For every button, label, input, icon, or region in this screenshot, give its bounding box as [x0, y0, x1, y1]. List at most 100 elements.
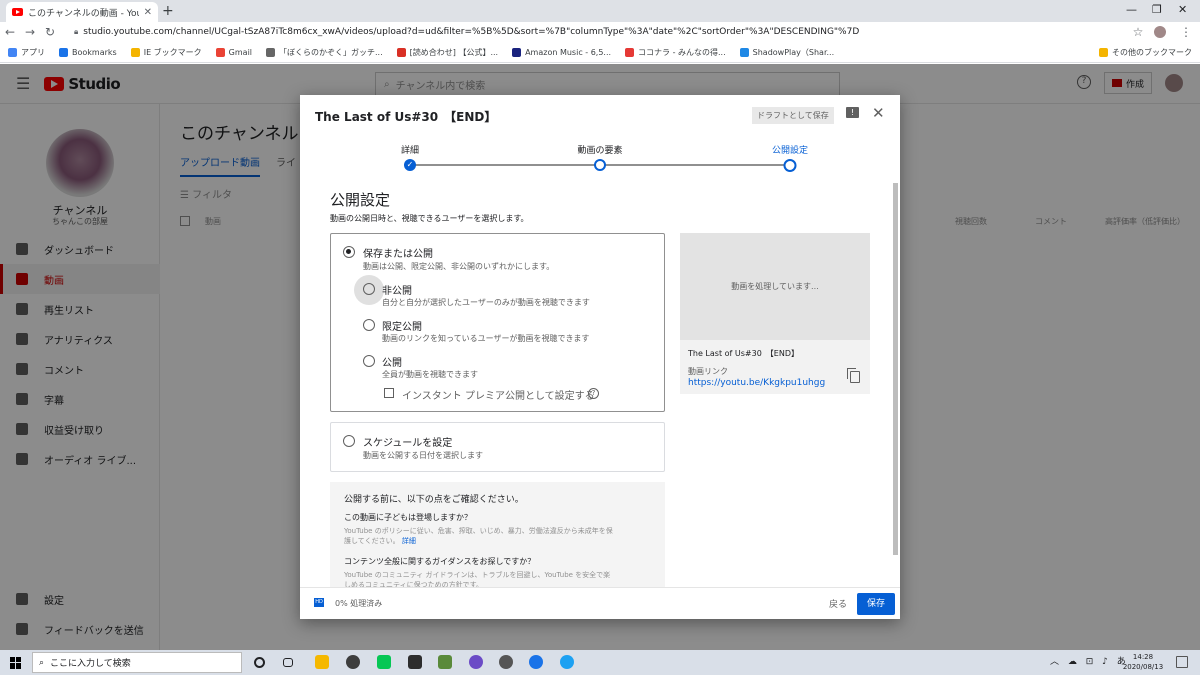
site-icon: [739, 47, 749, 57]
public-sub: 全員が動画を視聴できます: [382, 370, 478, 379]
details-link[interactable]: 詳細: [402, 537, 416, 545]
save-publish-radio[interactable]: [343, 246, 355, 258]
step-details[interactable]: 詳細: [401, 143, 419, 156]
help-icon[interactable]: ?: [588, 388, 599, 399]
bookmark-item[interactable]: ココナラ - みんなの得...: [625, 47, 726, 58]
windows-taskbar: ⌕ ここに入力して検索 ︿ ☁ ⊡ ♪ あ 14:28 2020/08/13: [0, 650, 1200, 675]
prepublish-checklist: 公開する前に、以下の点をご確認ください。 この動画に子どもは登場しますか？ Yo…: [330, 482, 665, 587]
line-icon[interactable]: [377, 655, 391, 669]
dialog-footer: HD 0% 処理済み 戻る 保存: [300, 587, 900, 619]
gmail-icon: [215, 47, 225, 57]
menu-dots-icon[interactable]: ⋮: [1176, 25, 1196, 39]
dialog-title: The Last of Us#30 【END】: [315, 110, 497, 124]
checklist-q2: コンテンツ全般に関するガイダンスをお探しですか？: [344, 557, 536, 566]
reload-icon[interactable]: ↻: [40, 25, 60, 39]
taskbar-search-placeholder: ここに入力して検索: [50, 659, 131, 669]
save-button[interactable]: 保存: [857, 593, 895, 615]
profile-avatar[interactable]: [1154, 26, 1166, 38]
star-icon: [59, 47, 68, 57]
cortana-icon[interactable]: [254, 657, 265, 668]
save-draft-button[interactable]: ドラフトとして保存: [752, 107, 834, 124]
step-visibility[interactable]: 公開設定: [772, 143, 808, 156]
back-arrow-icon[interactable]: ←: [0, 25, 20, 39]
premiere-label: インスタント プレミア公開として設定する: [402, 391, 595, 402]
windows-start-icon[interactable]: [10, 656, 22, 669]
apps-grid-icon: [8, 47, 17, 57]
schedule-card[interactable]: スケジュールを設定 動画を公開する日付を選択します: [330, 422, 665, 472]
new-tab-button[interactable]: +: [162, 3, 174, 19]
step-dot-current[interactable]: [783, 159, 797, 172]
file-explorer-icon[interactable]: [315, 655, 329, 669]
upload-dialog: The Last of Us#30 【END】 ドラフトとして保存 ! ✕ 詳細…: [300, 95, 900, 619]
step-complete-check-icon[interactable]: ✓: [404, 159, 416, 171]
task-view-icon[interactable]: [283, 658, 293, 667]
app-icon[interactable]: [469, 655, 483, 669]
star-icon[interactable]: ☆: [1128, 25, 1148, 39]
system-tray-icons[interactable]: ︿ ☁ ⊡ ♪ あ: [1050, 654, 1129, 667]
video-preview: 動画を処理しています...: [680, 233, 870, 340]
private-sub: 自分と自分が選択したユーザーのみが動画を視聴できます: [382, 298, 590, 307]
video-link[interactable]: https://youtu.be/Kkgkpu1uhgg: [688, 378, 825, 388]
site-icon: [266, 47, 276, 57]
checklist-q1: この動画に子どもは登場しますか？: [344, 513, 472, 522]
bookmark-item[interactable]: 「ぼくらのかぞく」ガッチ...: [266, 47, 383, 58]
bookmark-other-folder[interactable]: その他のブックマーク: [1099, 47, 1192, 58]
unlisted-radio[interactable]: [363, 319, 375, 331]
sticky-notes-icon[interactable]: [408, 655, 422, 669]
save-publish-label: 保存または公開: [363, 249, 433, 260]
premiere-checkbox[interactable]: [384, 388, 394, 398]
app-icon[interactable]: [346, 655, 360, 669]
public-radio[interactable]: [363, 355, 375, 367]
twitter-icon[interactable]: [560, 655, 574, 669]
schedule-radio[interactable]: [343, 435, 355, 447]
upload-stepper: 詳細 動画の要素 公開設定 ✓: [300, 141, 900, 175]
browser-tab[interactable]: このチャンネルの動画 - YouTube Studio ✕: [6, 2, 158, 22]
visibility-title: 公開設定: [330, 191, 391, 209]
url-text: studio.youtube.com/channel/UCgal-tSzA87i…: [83, 27, 860, 37]
step-dot[interactable]: [594, 159, 606, 171]
lock-icon: 🔒︎: [74, 27, 79, 36]
back-button[interactable]: 戻る: [829, 597, 847, 610]
private-radio[interactable]: [363, 283, 375, 295]
chrome-icon[interactable]: [529, 655, 543, 669]
visibility-description: 動画の公開日時と、視聴できるユーザーを選択します。: [330, 214, 529, 223]
amazon-music-icon: [512, 47, 522, 57]
save-publish-sub: 動画は公開、限定公開、非公開のいずれかにします。: [363, 262, 555, 271]
maximize-button[interactable]: ❐: [1152, 3, 1162, 16]
youtube-favicon-icon: [12, 8, 23, 16]
bookmark-item[interactable]: Bookmarks: [59, 47, 117, 57]
public-label: 公開: [382, 358, 402, 369]
tab-close-icon[interactable]: ✕: [144, 7, 152, 18]
bookmark-item[interactable]: Amazon Music - 6,5...: [512, 47, 611, 57]
save-or-publish-card: 保存または公開 動画は公開、限定公開、非公開のいずれかにします。 非公開 自分と…: [330, 233, 665, 412]
step-elements[interactable]: 動画の要素: [577, 143, 622, 156]
preview-title: The Last of Us#30 【END】: [688, 349, 799, 358]
unlisted-label: 限定公開: [382, 322, 422, 333]
notification-icon[interactable]: [1176, 656, 1188, 668]
checklist-title: 公開する前に、以下の点をご確認ください。: [344, 495, 524, 505]
bookmark-item[interactable]: [読め合わせ] 【公式】...: [396, 47, 498, 58]
forward-arrow-icon[interactable]: →: [20, 25, 40, 39]
checklist-q2-text: YouTube のコミュニティ ガイドラインは、トラブルを回避し、YouTube…: [344, 571, 611, 587]
feedback-icon[interactable]: !: [846, 107, 859, 118]
bookmark-item[interactable]: ShadowPlay（Shar...: [739, 47, 834, 58]
close-icon[interactable]: ✕: [872, 104, 885, 122]
bookmark-item[interactable]: Gmail: [215, 47, 252, 57]
private-label: 非公開: [382, 286, 412, 297]
dialog-scrollbar[interactable]: [893, 183, 898, 555]
taskbar-search-input[interactable]: ⌕ ここに入力して検索: [32, 652, 242, 673]
bookmark-apps[interactable]: アプリ: [8, 47, 45, 58]
minimize-button[interactable]: —: [1126, 3, 1137, 16]
unlisted-sub: 動画のリンクを知っているユーザーが動画を視聴できます: [382, 334, 590, 343]
url-field[interactable]: 🔒︎ studio.youtube.com/channel/UCgal-tSzA…: [74, 27, 1128, 37]
copy-icon[interactable]: [847, 368, 860, 383]
hd-processing-icon: HD: [314, 598, 324, 607]
close-window-button[interactable]: ✕: [1178, 3, 1187, 16]
photos-icon[interactable]: [438, 655, 452, 669]
processing-status: 0% 処理済み: [335, 599, 383, 608]
taskbar-clock[interactable]: 14:28 2020/08/13: [1120, 652, 1166, 672]
schedule-sub: 動画を公開する日付を選択します: [363, 451, 483, 460]
video-preview-card: 動画を処理しています... The Last of Us#30 【END】 動画…: [680, 233, 870, 394]
bookmark-item[interactable]: IE ブックマーク: [130, 47, 202, 58]
gear-icon[interactable]: [499, 655, 513, 669]
